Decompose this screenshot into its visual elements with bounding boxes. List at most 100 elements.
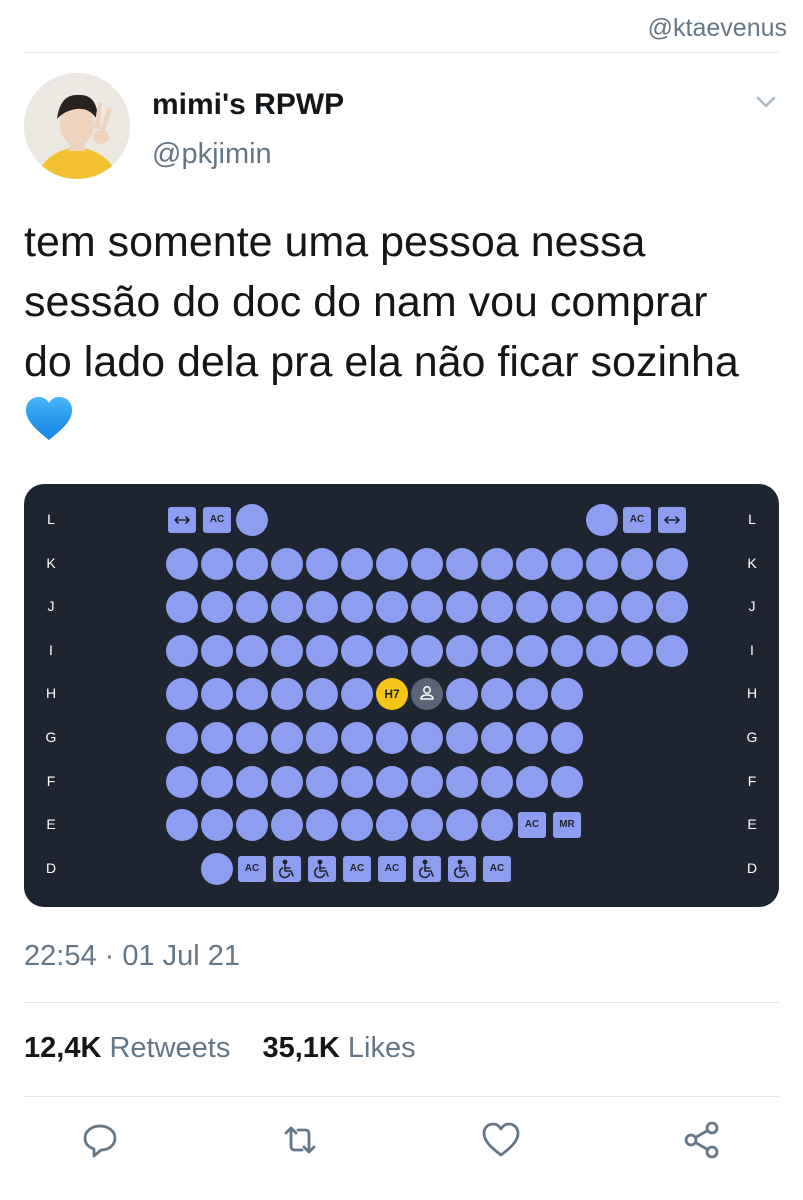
occupied-seat[interactable] xyxy=(411,678,443,711)
seat[interactable] xyxy=(236,591,268,624)
seat[interactable] xyxy=(166,809,198,842)
seat[interactable] xyxy=(341,547,373,580)
seat[interactable] xyxy=(201,678,233,711)
seat[interactable] xyxy=(446,591,478,624)
seat[interactable] xyxy=(481,591,513,624)
seat[interactable] xyxy=(551,722,583,754)
seat[interactable] xyxy=(236,765,268,798)
avatar[interactable] xyxy=(24,73,130,179)
seat[interactable] xyxy=(236,504,268,536)
seat[interactable] xyxy=(376,591,408,624)
seat[interactable] xyxy=(586,547,618,580)
seat[interactable] xyxy=(341,634,373,667)
seat[interactable] xyxy=(236,722,268,754)
seat[interactable] xyxy=(166,722,198,754)
seat[interactable] xyxy=(341,678,373,711)
seat[interactable] xyxy=(376,722,408,754)
seat[interactable] xyxy=(481,722,513,754)
wheelchair-icon[interactable] xyxy=(448,855,476,882)
seat[interactable] xyxy=(341,809,373,842)
seat[interactable] xyxy=(201,722,233,754)
seat[interactable] xyxy=(481,547,513,580)
seat[interactable] xyxy=(341,722,373,754)
seat[interactable] xyxy=(166,765,198,798)
companion-seat[interactable]: AC xyxy=(483,855,511,882)
user-handle[interactable]: @pkjimin xyxy=(152,138,272,171)
companion-seat[interactable]: AC xyxy=(343,855,371,882)
seat[interactable] xyxy=(551,547,583,580)
seat[interactable] xyxy=(446,634,478,667)
seat[interactable] xyxy=(411,765,443,798)
seat[interactable] xyxy=(236,678,268,711)
seat[interactable] xyxy=(446,547,478,580)
seat[interactable] xyxy=(376,634,408,667)
seat[interactable] xyxy=(271,809,303,842)
seat[interactable] xyxy=(411,591,443,624)
reduced-mobility-seat[interactable]: MR xyxy=(553,812,581,839)
retweets-label[interactable]: Retweets xyxy=(109,1032,230,1064)
seat[interactable] xyxy=(166,591,198,624)
seat[interactable] xyxy=(271,591,303,624)
seat[interactable] xyxy=(481,809,513,842)
wheelchair-icon[interactable] xyxy=(413,855,441,882)
retweets-count[interactable]: 12,4K xyxy=(24,1032,101,1064)
seat[interactable] xyxy=(236,809,268,842)
seat[interactable] xyxy=(201,765,233,798)
seat[interactable] xyxy=(621,591,653,624)
seat[interactable] xyxy=(166,547,198,580)
seat[interactable] xyxy=(341,765,373,798)
reply-icon[interactable] xyxy=(80,1120,120,1160)
seat[interactable] xyxy=(586,591,618,624)
seat[interactable] xyxy=(411,547,443,580)
seat[interactable] xyxy=(586,504,618,536)
seat[interactable] xyxy=(306,634,338,667)
seat[interactable] xyxy=(341,591,373,624)
seat[interactable] xyxy=(271,722,303,754)
seat[interactable] xyxy=(551,591,583,624)
seat[interactable] xyxy=(306,591,338,624)
seat[interactable] xyxy=(271,765,303,798)
chevron-down-icon[interactable] xyxy=(753,92,779,112)
seat[interactable] xyxy=(306,722,338,754)
seat[interactable] xyxy=(516,722,548,754)
retweet-icon[interactable] xyxy=(280,1120,320,1160)
seat[interactable] xyxy=(516,547,548,580)
seat[interactable] xyxy=(621,634,653,667)
wide-seat-arrow-icon[interactable] xyxy=(168,507,196,533)
seat[interactable] xyxy=(656,634,688,667)
seat[interactable] xyxy=(516,765,548,798)
seat[interactable] xyxy=(446,678,478,711)
seat[interactable] xyxy=(271,634,303,667)
wheelchair-icon[interactable] xyxy=(273,855,301,882)
seat[interactable] xyxy=(306,678,338,711)
seat[interactable] xyxy=(446,722,478,754)
share-icon[interactable] xyxy=(682,1120,722,1160)
seat[interactable] xyxy=(166,634,198,667)
wide-seat-arrow-icon[interactable] xyxy=(658,507,686,533)
seat[interactable] xyxy=(376,547,408,580)
seat[interactable] xyxy=(656,591,688,624)
seat[interactable] xyxy=(236,547,268,580)
seat[interactable] xyxy=(376,765,408,798)
companion-seat[interactable]: AC xyxy=(378,855,406,882)
seat[interactable] xyxy=(621,547,653,580)
seat[interactable] xyxy=(516,678,548,711)
display-name[interactable]: mimi's RPWP xyxy=(152,88,344,122)
seat[interactable] xyxy=(656,547,688,580)
companion-seat[interactable]: AC xyxy=(238,855,266,882)
seat[interactable] xyxy=(166,678,198,711)
seat[interactable] xyxy=(411,722,443,754)
seat[interactable] xyxy=(201,547,233,580)
seat[interactable] xyxy=(271,547,303,580)
seat[interactable] xyxy=(551,634,583,667)
companion-seat[interactable]: AC xyxy=(518,812,546,839)
seat[interactable] xyxy=(306,809,338,842)
seat[interactable] xyxy=(201,634,233,667)
seat[interactable] xyxy=(516,591,548,624)
seat[interactable] xyxy=(306,547,338,580)
seat[interactable] xyxy=(551,765,583,798)
seat[interactable] xyxy=(551,678,583,711)
seat[interactable] xyxy=(376,809,408,842)
likes-label[interactable]: Likes xyxy=(348,1032,416,1064)
seat[interactable] xyxy=(411,809,443,842)
